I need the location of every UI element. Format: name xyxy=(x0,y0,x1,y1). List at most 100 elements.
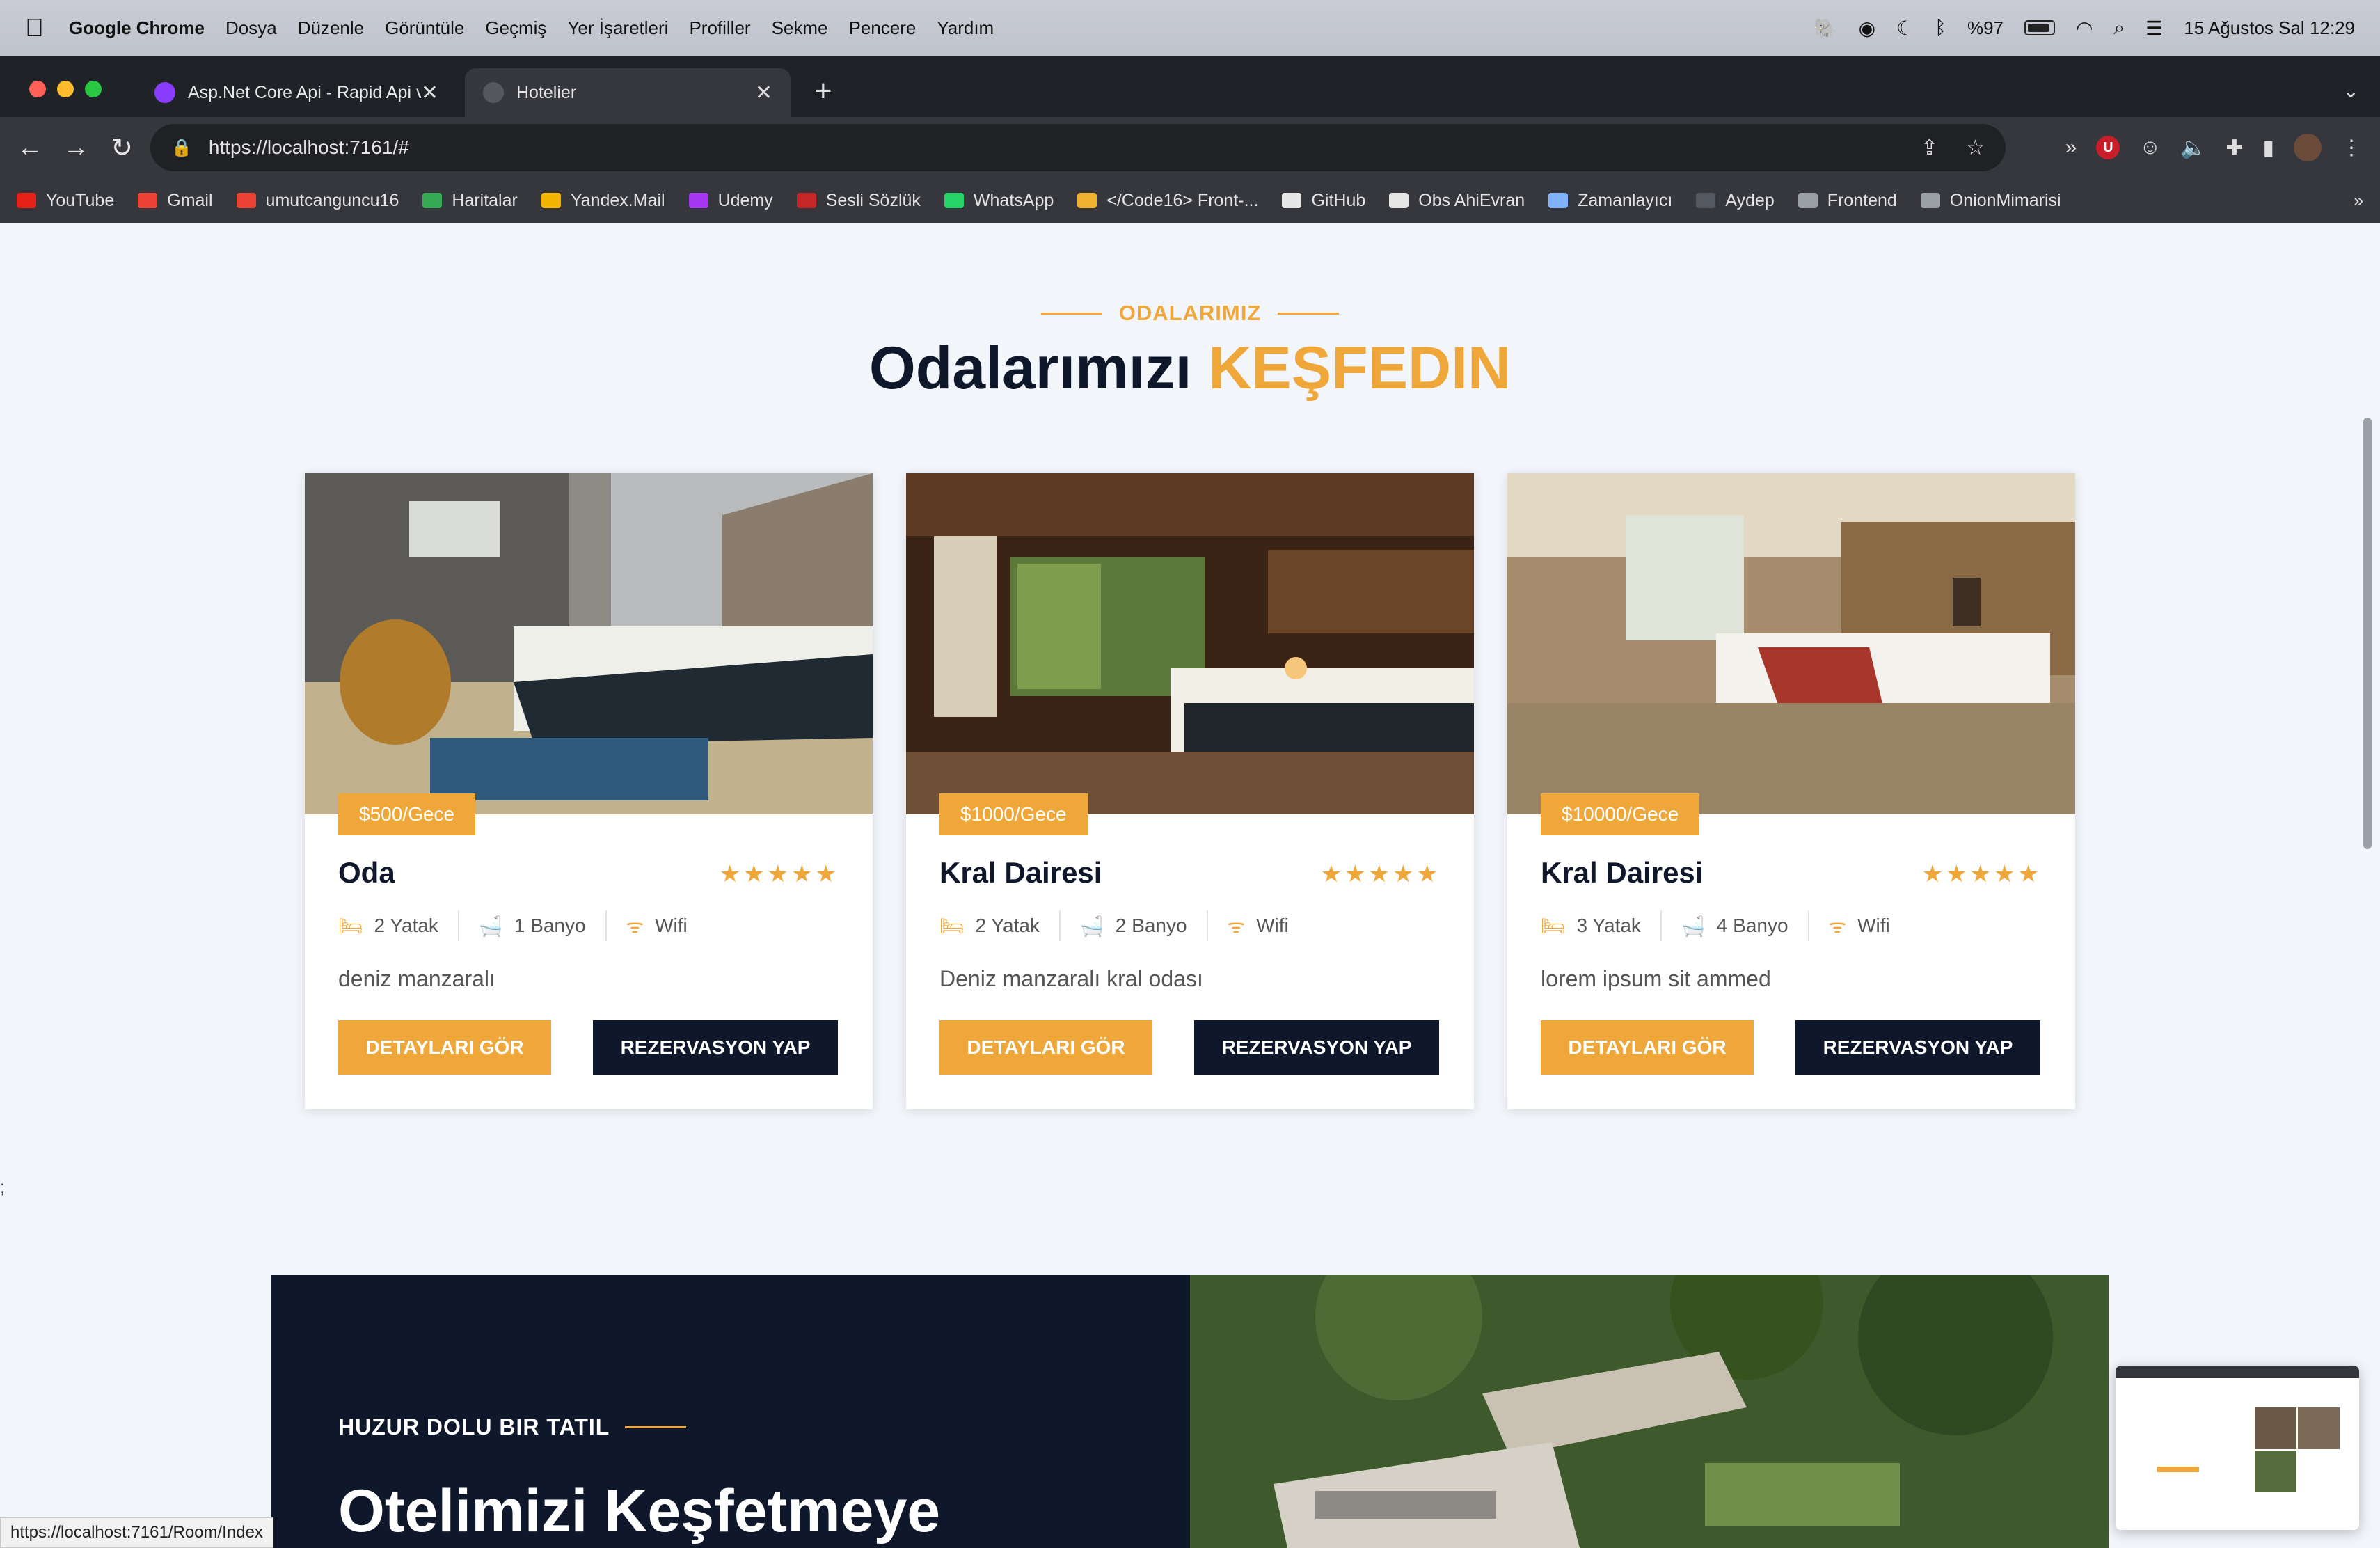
room-photo[interactable] xyxy=(305,473,873,814)
reload-icon[interactable]: ↻ xyxy=(99,132,145,164)
ublock-icon[interactable]: U xyxy=(2096,136,2120,159)
address-url[interactable]: https://localhost:7161/# xyxy=(209,136,409,159)
bookmark-folder-frontend[interactable]: Frontend xyxy=(1798,191,1897,211)
apple-icon[interactable]:  xyxy=(25,13,44,42)
more-bookmarks-icon[interactable]: » xyxy=(2354,191,2363,211)
youtube-icon xyxy=(17,193,36,208)
menu-item-view[interactable]: Görüntüle xyxy=(385,17,464,39)
menu-item-tab[interactable]: Sekme xyxy=(772,17,828,39)
tab-search-chevron-icon[interactable]: ⌄ xyxy=(2343,79,2359,102)
wifi-icon[interactable]: ◠ xyxy=(2076,17,2093,40)
extension-face-icon[interactable]: ☺ xyxy=(2139,136,2161,159)
check-circle-icon xyxy=(1548,193,1569,208)
tab-rapid-api[interactable]: Asp.Net Core Api - Rapid Api v ✕ xyxy=(136,68,457,117)
view-details-button[interactable]: DETAYLARI GÖR xyxy=(939,1020,1152,1075)
feature-beds: 🛏 2 Yatak xyxy=(939,910,1061,941)
mute-icon[interactable]: 🔈 xyxy=(2180,136,2206,160)
bookmark-yandex-mail[interactable]: Yandex.Mail xyxy=(541,191,665,211)
menu-clock[interactable]: 15 Ağustos Sal 12:29 xyxy=(2184,17,2355,39)
side-panel-icon[interactable]: ▮ xyxy=(2262,136,2274,160)
github-icon xyxy=(1282,193,1302,208)
extensions-area: » U ☺ 🔈 ✚ ▮ ⋮ xyxy=(2065,131,2362,164)
room-photo[interactable] xyxy=(1507,473,2075,814)
extension-arrow-icon[interactable]: » xyxy=(2065,136,2077,159)
tab-title: Hotelier xyxy=(516,82,577,102)
folder-icon xyxy=(1920,193,1940,208)
room-card: $500/Gece Oda ★★★★★ 🛏 2 Yatak 🛁 1 Banyo ᯤW… xyxy=(305,473,873,1109)
bookmark-udemy[interactable]: Udemy xyxy=(688,191,773,211)
room-photo[interactable] xyxy=(906,473,1474,814)
bookmark-folder-onion[interactable]: OnionMimarisi xyxy=(1920,191,2061,211)
bluetooth-icon[interactable]: ᛒ xyxy=(1935,17,1946,39)
room-title: Oda xyxy=(338,856,395,889)
elephant-icon[interactable]: 🐘 xyxy=(1814,17,1838,40)
feature-baths: 🛁 2 Banyo xyxy=(1080,910,1208,941)
menu-item-help[interactable]: Yardım xyxy=(937,17,994,39)
close-tab-icon[interactable]: ✕ xyxy=(755,81,772,105)
make-reservation-button[interactable]: REZERVASYON YAP xyxy=(593,1020,838,1075)
puzzle-icon[interactable]: ✚ xyxy=(2226,136,2243,160)
bookmark-timer[interactable]: Zamanlayıcı xyxy=(1548,191,1672,211)
menu-item-profiles[interactable]: Profiller xyxy=(689,17,750,39)
back-arrow-icon[interactable]: ← xyxy=(7,133,53,163)
folder-icon xyxy=(1798,193,1818,208)
page-scrollbar[interactable] xyxy=(2363,418,2372,849)
menu-item-edit[interactable]: Düzenle xyxy=(298,17,364,39)
star-rating: ★★★★★ xyxy=(1320,861,1441,887)
make-reservation-button[interactable]: REZERVASYON YAP xyxy=(1795,1020,2040,1075)
kebab-menu-icon[interactable]: ⋮ xyxy=(2341,136,2362,160)
bath-icon: 🛁 xyxy=(1681,915,1706,937)
battery-icon[interactable] xyxy=(2024,20,2056,35)
room-title: Kral Dairesi xyxy=(939,856,1102,889)
gmail-icon xyxy=(138,193,158,208)
close-tab-icon[interactable]: ✕ xyxy=(421,81,438,105)
eyebrow-line xyxy=(1278,312,1340,315)
moon-icon[interactable]: ☾ xyxy=(1896,17,1914,40)
bookmark-code16[interactable]: </Code16> Front-... xyxy=(1077,191,1258,211)
profile-avatar[interactable] xyxy=(2294,134,2322,161)
screenshot-thumbnail[interactable] xyxy=(2116,1366,2359,1530)
bookmark-github[interactable]: GitHub xyxy=(1282,191,1365,211)
minimize-window-button[interactable] xyxy=(57,81,74,97)
macos-menu-bar:  Google Chrome Dosya Düzenle Görüntüle … xyxy=(0,0,2380,56)
control-center-icon[interactable]: ☰ xyxy=(2145,17,2163,40)
price-badge: $500/Gece xyxy=(338,793,475,835)
new-tab-icon[interactable]: + xyxy=(814,74,832,109)
bookmark-aydep[interactable]: Aydep xyxy=(1696,191,1775,211)
menu-item-history[interactable]: Geçmiş xyxy=(485,17,546,39)
grammarly-icon[interactable]: ◉ xyxy=(1859,17,1875,40)
view-details-button[interactable]: DETAYLARI GÖR xyxy=(1541,1020,1754,1075)
forward-arrow-icon[interactable]: → xyxy=(53,133,99,163)
room-features: 🛏 2 Yatak 🛁 2 Banyo ᯤ Wifi xyxy=(939,910,1328,941)
bookmark-gmail-account[interactable]: umutcanguncu16 xyxy=(236,191,399,211)
lock-icon[interactable]: 🔒 xyxy=(171,138,192,158)
bookmark-sesli-sozluk[interactable]: Sesli Sözlük xyxy=(796,191,921,211)
browser-tab-strip: Asp.Net Core Api - Rapid Api v ✕ Hotelie… xyxy=(0,56,2380,117)
star-rating: ★★★★★ xyxy=(719,861,839,887)
close-window-button[interactable] xyxy=(29,81,46,97)
bookmark-whatsapp[interactable]: WhatsApp xyxy=(944,191,1054,211)
tab-hotelier[interactable]: Hotelier ✕ xyxy=(465,68,791,117)
whatsapp-icon xyxy=(944,193,964,208)
view-details-button[interactable]: DETAYLARI GÖR xyxy=(338,1020,551,1075)
bookmark-youtube[interactable]: YouTube xyxy=(17,191,114,211)
menu-status-area: 🐘 ◉ ☾ ᛒ %97 ◠ ⌕ ☰ 15 Ağustos Sal 12:29 xyxy=(1814,17,2355,40)
rooms-eyebrow: ODALARIMIZ xyxy=(0,301,2380,326)
room-description: lorem ipsum sit ammed xyxy=(1541,966,1771,991)
battery-percent: %97 xyxy=(1967,17,2004,38)
bookmark-maps[interactable]: Haritalar xyxy=(422,191,518,211)
menu-item-window[interactable]: Pencere xyxy=(849,17,917,39)
share-icon[interactable]: ⇪ xyxy=(1921,136,1938,160)
address-bar[interactable]: 🔒 https://localhost:7161/# ⇪ ☆ xyxy=(150,124,2006,171)
bookmarks-bar: YouTube Gmail umutcanguncu16 Haritalar Y… xyxy=(0,178,2380,223)
menu-item-file[interactable]: Dosya xyxy=(225,17,277,39)
make-reservation-button[interactable]: REZERVASYON YAP xyxy=(1194,1020,1439,1075)
bookmark-obs-ahievran[interactable]: Obs AhiEvran xyxy=(1389,191,1525,211)
menu-item-bookmarks[interactable]: Yer İşaretleri xyxy=(567,17,668,39)
code16-icon xyxy=(1077,193,1097,208)
zoom-window-button[interactable] xyxy=(85,81,102,97)
bookmark-star-icon[interactable]: ☆ xyxy=(1966,136,1985,160)
spotlight-search-icon[interactable]: ⌕ xyxy=(2113,17,2125,40)
bookmark-gmail[interactable]: Gmail xyxy=(138,191,213,211)
menu-app-name[interactable]: Google Chrome xyxy=(69,17,205,39)
